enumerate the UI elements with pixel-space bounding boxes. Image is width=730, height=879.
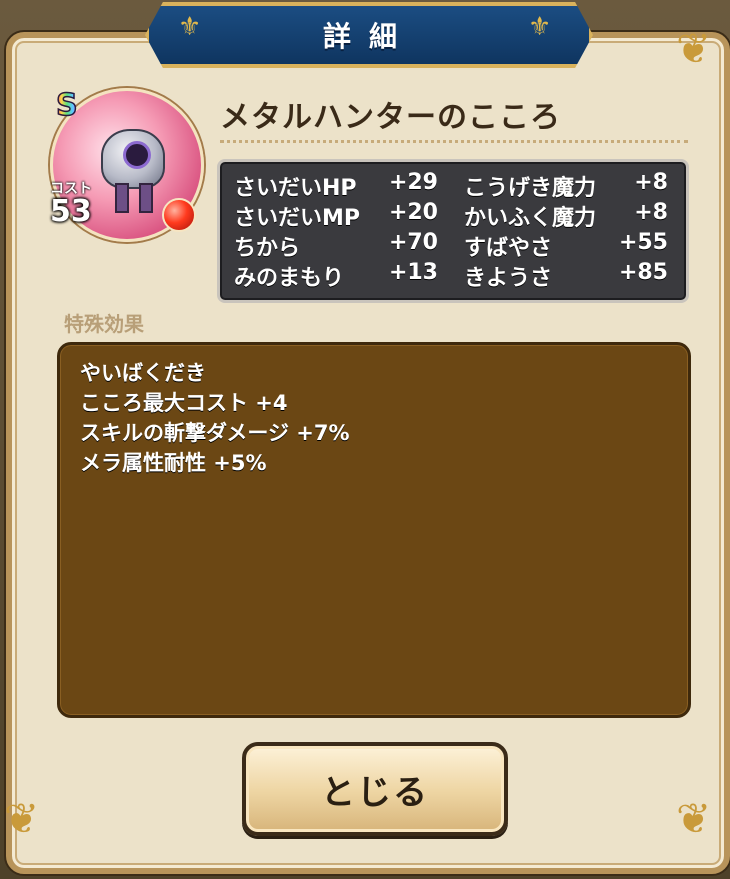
stat-name: すばやさ [464,236,553,261]
effect-item: メラ属性耐性 +5% [80,451,267,475]
stats-panel: さいだいHP +29 こうげき魔力 +8 さいだいMP +20 かいふく魔力 +… [217,159,689,303]
fire-element-icon [162,198,196,232]
stat-value: +8 [634,170,668,195]
stat-name: こうげき魔力 [464,176,597,201]
stat-value: +8 [634,200,668,225]
monster-eye-icon [123,141,151,169]
monster-leg-icon [115,183,129,213]
heart-name: メタルハンターのこころ [220,100,561,135]
stat-row: さいだいMP +20 [234,200,438,231]
title-banner: 詳細 [145,2,593,68]
monster-leg-icon [139,183,153,213]
cost-value: 53 [50,194,92,229]
stat-name: かいふく魔力 [464,206,597,231]
stat-row: こうげき魔力 +8 [464,170,668,201]
stat-row: みのまもり +13 [234,260,438,291]
stat-value: +20 [388,200,438,225]
effect-item: こころ最大コスト +4 [80,391,288,415]
special-effects-label: 特殊効果 [64,312,144,336]
stat-name: きようさ [464,266,553,291]
close-button-label: とじる [321,772,429,813]
stat-value: +85 [618,260,668,285]
stat-row: かいふく魔力 +8 [464,200,668,231]
stat-name: みのまもり [234,266,345,291]
corner-ornament-icon: ❦ [4,794,40,843]
detail-dialog: ❦ ❦ ❦ S コスト 53 メタルハンターのこころ さいだいHP +29 こう… [4,28,730,874]
stat-row: ちから +70 [234,230,438,261]
effect-item: やいばくだき [80,361,206,385]
stat-name: さいだいHP [234,176,357,201]
corner-ornament-icon: ❦ [676,24,712,73]
rank-badge: S [55,87,78,124]
dialog-title: 詳細 [322,20,415,53]
corner-ornament-icon: ❦ [676,794,712,843]
close-button[interactable]: とじる [242,742,508,836]
special-effects-box: やいばくだき こころ最大コスト +4 スキルの斬撃ダメージ +7% メラ属性耐性… [57,342,691,718]
divider [220,140,688,143]
stat-value: +70 [388,230,438,255]
stat-row: すばやさ +55 [464,230,668,261]
stat-value: +55 [618,230,668,255]
stat-value: +13 [388,260,438,285]
fleur-de-lis-icon: ⚜ [528,12,552,42]
stat-row: さいだいHP +29 [234,170,438,201]
stat-row: きようさ +85 [464,260,668,291]
stat-value: +29 [388,170,438,195]
stat-name: さいだいMP [234,206,361,231]
effect-item: スキルの斬撃ダメージ +7% [80,421,350,445]
stat-name: ちから [234,236,301,261]
fleur-de-lis-icon: ⚜ [178,12,202,42]
